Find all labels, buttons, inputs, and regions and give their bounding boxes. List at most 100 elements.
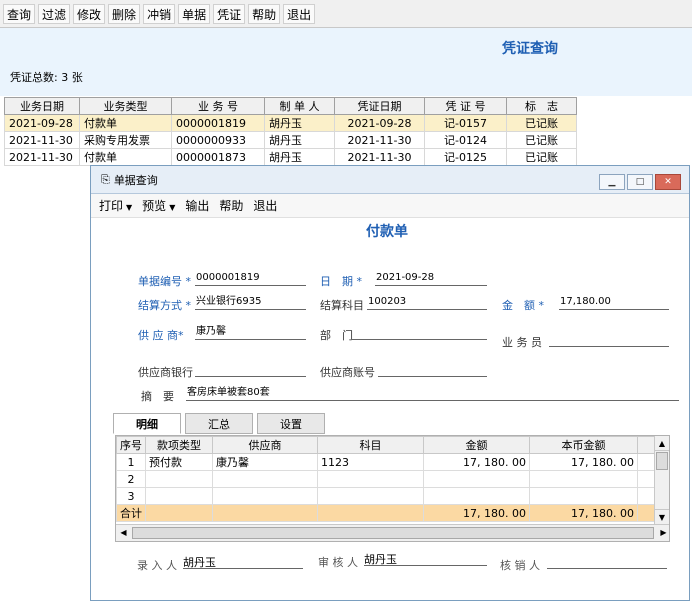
account-label: 供应商账号 — [320, 366, 375, 379]
col-header[interactable]: 业务日期 — [4, 97, 80, 115]
cell-biz-type: 采购专用发票 — [79, 131, 172, 149]
amount-field[interactable]: 17,180.00 — [559, 296, 669, 310]
grid-col-header[interactable]: 款项类型 — [145, 436, 213, 454]
exit-button[interactable]: 退出 — [283, 3, 316, 24]
entry-field[interactable]: 胡丹玉 — [183, 554, 303, 569]
summary-label: 摘 要 — [141, 390, 174, 403]
date-field[interactable]: 2021-09-28 — [375, 272, 487, 286]
grid-cell-no: 2 — [116, 470, 146, 488]
voucher-button[interactable]: 凭证 — [213, 3, 246, 24]
filter-button[interactable]: 过滤 — [38, 3, 71, 24]
table-header-row: 业务日期 业务类型 业 务 号 制 单 人 凭证日期 凭 证 号 标 志 — [4, 97, 577, 115]
page-title: 凭证查询 — [502, 41, 558, 57]
reverse-button[interactable]: 冲销 — [143, 3, 176, 24]
cell-voucher-date: 2021-11-30 — [334, 131, 425, 149]
date-label: 日 期 * — [320, 273, 362, 289]
grid-horizontal-scrollbar[interactable]: ◀ ▶ — [116, 524, 669, 541]
cell-flag: 已记账 — [506, 148, 577, 166]
help-button[interactable]: 帮助 — [248, 3, 281, 24]
scroll-up-icon[interactable]: ▲ — [655, 436, 669, 451]
col-header[interactable]: 凭 证 号 — [424, 97, 507, 115]
bank-field[interactable] — [195, 363, 306, 377]
maximize-icon[interactable]: □ — [627, 174, 653, 190]
hscroll-thumb[interactable] — [132, 527, 654, 539]
print-label: 打印 — [99, 199, 124, 213]
account-field[interactable] — [378, 363, 487, 377]
grid-cell-supplier: 康乃馨 — [212, 453, 318, 471]
grid-col-header[interactable]: 本币金额 — [529, 436, 638, 454]
grid-row[interactable]: 3 — [116, 487, 660, 505]
edit-button[interactable]: 修改 — [73, 3, 106, 24]
subject-field[interactable]: 100203 — [367, 296, 487, 310]
dialog-exit-button[interactable]: 退出 — [253, 197, 277, 214]
preview-button[interactable]: 预览 ▼ — [142, 197, 175, 214]
grid-cell-local-amount — [529, 470, 638, 488]
doc-no-label-text: 单据编号 — [138, 275, 182, 288]
delete-button[interactable]: 删除 — [108, 3, 141, 24]
chevron-down-icon: ▼ — [169, 203, 176, 212]
dept-field[interactable] — [351, 326, 487, 340]
grid-col-header[interactable]: 序号 — [116, 436, 146, 454]
grid-col-header[interactable]: 科目 — [317, 436, 424, 454]
cell-voucher-date: 2021-11-30 — [334, 148, 425, 166]
grid-header-row: 序号 款项类型 供应商 科目 金额 本币金额 — [116, 436, 660, 454]
grid-col-header[interactable]: 供应商 — [212, 436, 318, 454]
col-header[interactable]: 业务类型 — [79, 97, 172, 115]
dialog-help-button[interactable]: 帮助 — [219, 197, 243, 214]
col-header[interactable]: 业 务 号 — [171, 97, 265, 115]
clerk-field[interactable] — [549, 333, 669, 347]
document-button[interactable]: 单据 — [178, 3, 211, 24]
dialog-toolbar: 打印 ▼ 预览 ▼ 输出 帮助 退出 — [91, 194, 689, 218]
voucher-table: 业务日期 业务类型 业 务 号 制 单 人 凭证日期 凭 证 号 标 志 202… — [4, 97, 577, 166]
grid-cell-subject — [317, 470, 424, 488]
minimize-icon[interactable]: ▁ — [599, 174, 625, 190]
grid-total-local-amount: 17, 180. 00 — [529, 504, 638, 522]
grid-cell-local-amount — [529, 487, 638, 505]
grid-total-label: 合计 — [116, 504, 146, 522]
dialog-titlebar[interactable]: ⎘ 单据查询 ▁ □ ✕ — [91, 166, 689, 194]
required-mark: * — [538, 299, 545, 312]
table-row[interactable]: 2021-09-28 付款单 0000001819 胡丹玉 2021-09-28… — [4, 114, 577, 132]
doc-no-field[interactable]: 0000001819 — [195, 272, 306, 286]
supplier-field[interactable]: 康乃馨 — [195, 326, 306, 340]
entry-label: 录 入 人 — [137, 559, 177, 572]
scroll-thumb[interactable] — [656, 452, 668, 470]
scroll-down-icon[interactable]: ▼ — [655, 509, 669, 524]
audit-field[interactable]: 胡丹玉 — [364, 551, 487, 566]
main-header: 凭证查询 凭证总数: 3 张 — [0, 28, 692, 96]
output-button[interactable]: 输出 — [185, 197, 209, 214]
scroll-left-icon[interactable]: ◀ — [116, 525, 131, 541]
grid-cell-type — [145, 470, 213, 488]
detail-grid: 序号 款项类型 供应商 科目 金额 本币金额 1 预付款 康乃馨 1123 17… — [116, 436, 660, 522]
scroll-right-icon[interactable]: ▶ — [656, 525, 669, 541]
amount-label-text: 金 额 — [502, 299, 535, 312]
grid-total-cell — [145, 504, 213, 522]
grid-row[interactable]: 2 — [116, 470, 660, 488]
col-header[interactable]: 凭证日期 — [334, 97, 425, 115]
cell-voucher-no: 记-0125 — [424, 148, 507, 166]
summary-field[interactable]: 客房床单被套80套 — [186, 387, 679, 401]
tab-settings[interactable]: 设置 — [257, 413, 325, 434]
dept-label: 部 门 — [320, 329, 353, 342]
grid-cell-local-amount: 17, 180. 00 — [529, 453, 638, 471]
grid-total-amount: 17, 180. 00 — [423, 504, 530, 522]
cell-voucher-date: 2021-09-28 — [334, 114, 425, 132]
tab-detail[interactable]: 明细 — [113, 413, 181, 434]
tab-summary[interactable]: 汇总 — [185, 413, 253, 434]
grid-col-header[interactable]: 金额 — [423, 436, 530, 454]
close-icon[interactable]: ✕ — [655, 174, 681, 190]
cell-maker: 胡丹玉 — [264, 131, 335, 149]
col-header[interactable]: 制 单 人 — [264, 97, 335, 115]
writeoff-field[interactable] — [547, 554, 667, 569]
table-row[interactable]: 2021-11-30 采购专用发票 0000000933 胡丹玉 2021-11… — [4, 131, 577, 149]
table-row[interactable]: 2021-11-30 付款单 0000001873 胡丹玉 2021-11-30… — [4, 148, 577, 166]
print-button[interactable]: 打印 ▼ — [99, 197, 132, 214]
grid-total-row: 合计 17, 180. 00 17, 180. 00 — [116, 504, 660, 522]
dialog-title: 单据查询 — [113, 173, 158, 187]
col-header[interactable]: 标 志 — [506, 97, 577, 115]
cell-voucher-no: 记-0157 — [424, 114, 507, 132]
settle-field[interactable]: 兴业银行6935 — [195, 296, 306, 310]
grid-row[interactable]: 1 预付款 康乃馨 1123 17, 180. 00 17, 180. 00 — [116, 453, 660, 471]
query-button[interactable]: 查询 — [3, 3, 36, 24]
grid-vertical-scrollbar[interactable]: ▲ ▼ — [654, 436, 669, 524]
